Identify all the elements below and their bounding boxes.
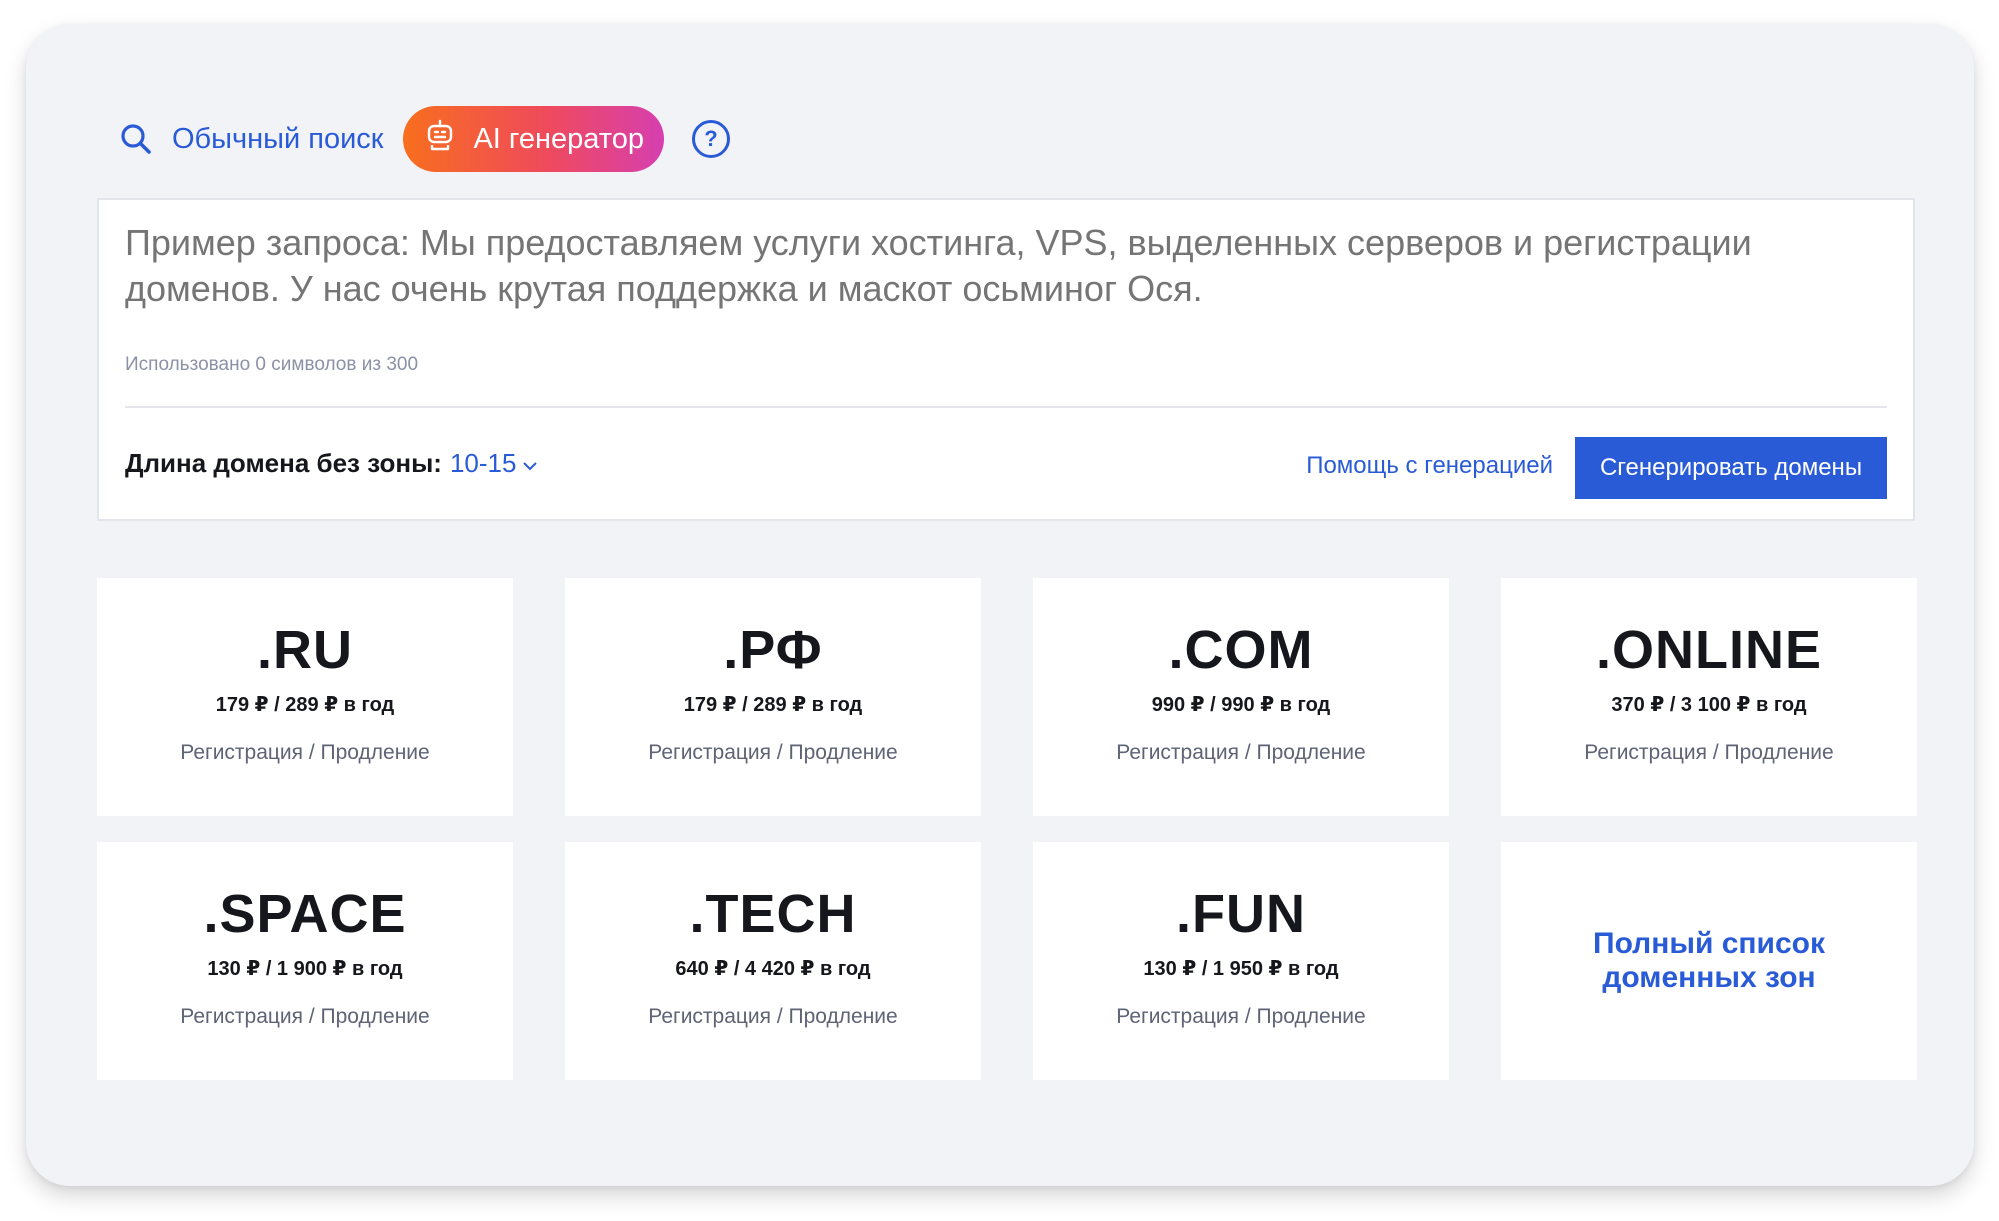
zone-price: 990 ₽ / 990 ₽ в год	[1151, 694, 1331, 716]
zone-card-space[interactable]: .SPACE 130 ₽ / 1 900 ₽ в год Регистрация…	[97, 842, 513, 1080]
zone-price-caption: Регистрация / Продление	[1584, 741, 1834, 764]
all-zones-link[interactable]: Полный список доменных зон	[1579, 927, 1839, 995]
tab-plain-search[interactable]: Обычный поиск	[120, 123, 383, 156]
query-box: Использовано 0 символов из 300 Длина дом…	[97, 198, 1915, 521]
generation-help-link[interactable]: Помощь с генерацией	[1306, 452, 1553, 480]
robot-icon	[425, 119, 455, 159]
zone-price: 640 ₽ / 4 420 ₽ в год	[675, 958, 871, 980]
zone-card-online[interactable]: .ONLINE 370 ₽ / 3 100 ₽ в год Регистраци…	[1501, 578, 1917, 816]
zone-price-caption: Регистрация / Продление	[1116, 1005, 1366, 1028]
zone-price: 179 ₽ / 289 ₽ в год	[215, 694, 395, 716]
search-mode-tabs: Обычный поиск AI генератор ?	[120, 106, 730, 172]
tab-ai-generator[interactable]: AI генератор	[403, 106, 664, 172]
zone-price: 130 ₽ / 1 950 ₽ в год	[1143, 958, 1339, 980]
zone-card-fun[interactable]: .FUN 130 ₽ / 1 950 ₽ в год Регистрация /…	[1033, 842, 1449, 1080]
zone-price-caption: Регистрация / Продление	[180, 741, 430, 764]
zone-card-com[interactable]: .COM 990 ₽ / 990 ₽ в год Регистрация / П…	[1033, 578, 1449, 816]
zone-price: 179 ₽ / 289 ₽ в год	[683, 694, 863, 716]
chevron-down-icon	[522, 448, 538, 479]
zone-price-caption: Регистрация / Продление	[180, 1005, 430, 1028]
zone-price-caption: Регистрация / Продление	[648, 1005, 898, 1028]
domain-search-panel: Обычный поиск AI генератор ? Использован…	[26, 24, 1974, 1186]
zone-name: .РФ	[723, 620, 823, 680]
zone-name: .SPACE	[203, 884, 407, 944]
generate-domains-button[interactable]: Сгенерировать домены	[1575, 437, 1887, 499]
query-input[interactable]	[125, 220, 1885, 320]
character-counter: Использовано 0 символов из 300	[125, 354, 419, 375]
zone-name: .TECH	[689, 884, 857, 944]
zone-price: 130 ₽ / 1 900 ₽ в год	[207, 958, 403, 980]
all-zones-card[interactable]: Полный список доменных зон	[1501, 842, 1917, 1080]
domain-length-value: 10-15	[449, 448, 517, 478]
zone-name: .ONLINE	[1595, 620, 1822, 680]
tab-plain-search-label: Обычный поиск	[172, 122, 384, 155]
zone-card-ru[interactable]: .RU 179 ₽ / 289 ₽ в год Регистрация / Пр…	[97, 578, 513, 816]
zone-name: .FUN	[1176, 884, 1306, 944]
tab-ai-generator-label: AI генератор	[473, 122, 644, 155]
question-circle-icon[interactable]: ?	[691, 120, 730, 158]
zone-price-caption: Регистрация / Продление	[1116, 741, 1366, 764]
zone-card-tech[interactable]: .TECH 640 ₽ / 4 420 ₽ в год Регистрация …	[565, 842, 981, 1080]
search-icon	[120, 123, 152, 155]
zone-price-caption: Регистрация / Продление	[648, 741, 898, 764]
zone-name: .RU	[257, 620, 353, 680]
domain-length-label: Длина домена без зоны:	[125, 448, 442, 478]
help-question-mark: ?	[704, 126, 718, 151]
zone-price: 370 ₽ / 3 100 ₽ в год	[1611, 694, 1807, 716]
domain-zones-grid: .RU 179 ₽ / 289 ₽ в год Регистрация / Пр…	[97, 578, 1917, 1080]
zone-name: .COM	[1168, 620, 1314, 680]
divider	[125, 406, 1887, 408]
domain-length-row: Длина домена без зоны: 10-15	[125, 448, 538, 479]
zone-card-rf[interactable]: .РФ 179 ₽ / 289 ₽ в год Регистрация / Пр…	[565, 578, 981, 816]
domain-length-select[interactable]: 10-15	[450, 448, 539, 479]
